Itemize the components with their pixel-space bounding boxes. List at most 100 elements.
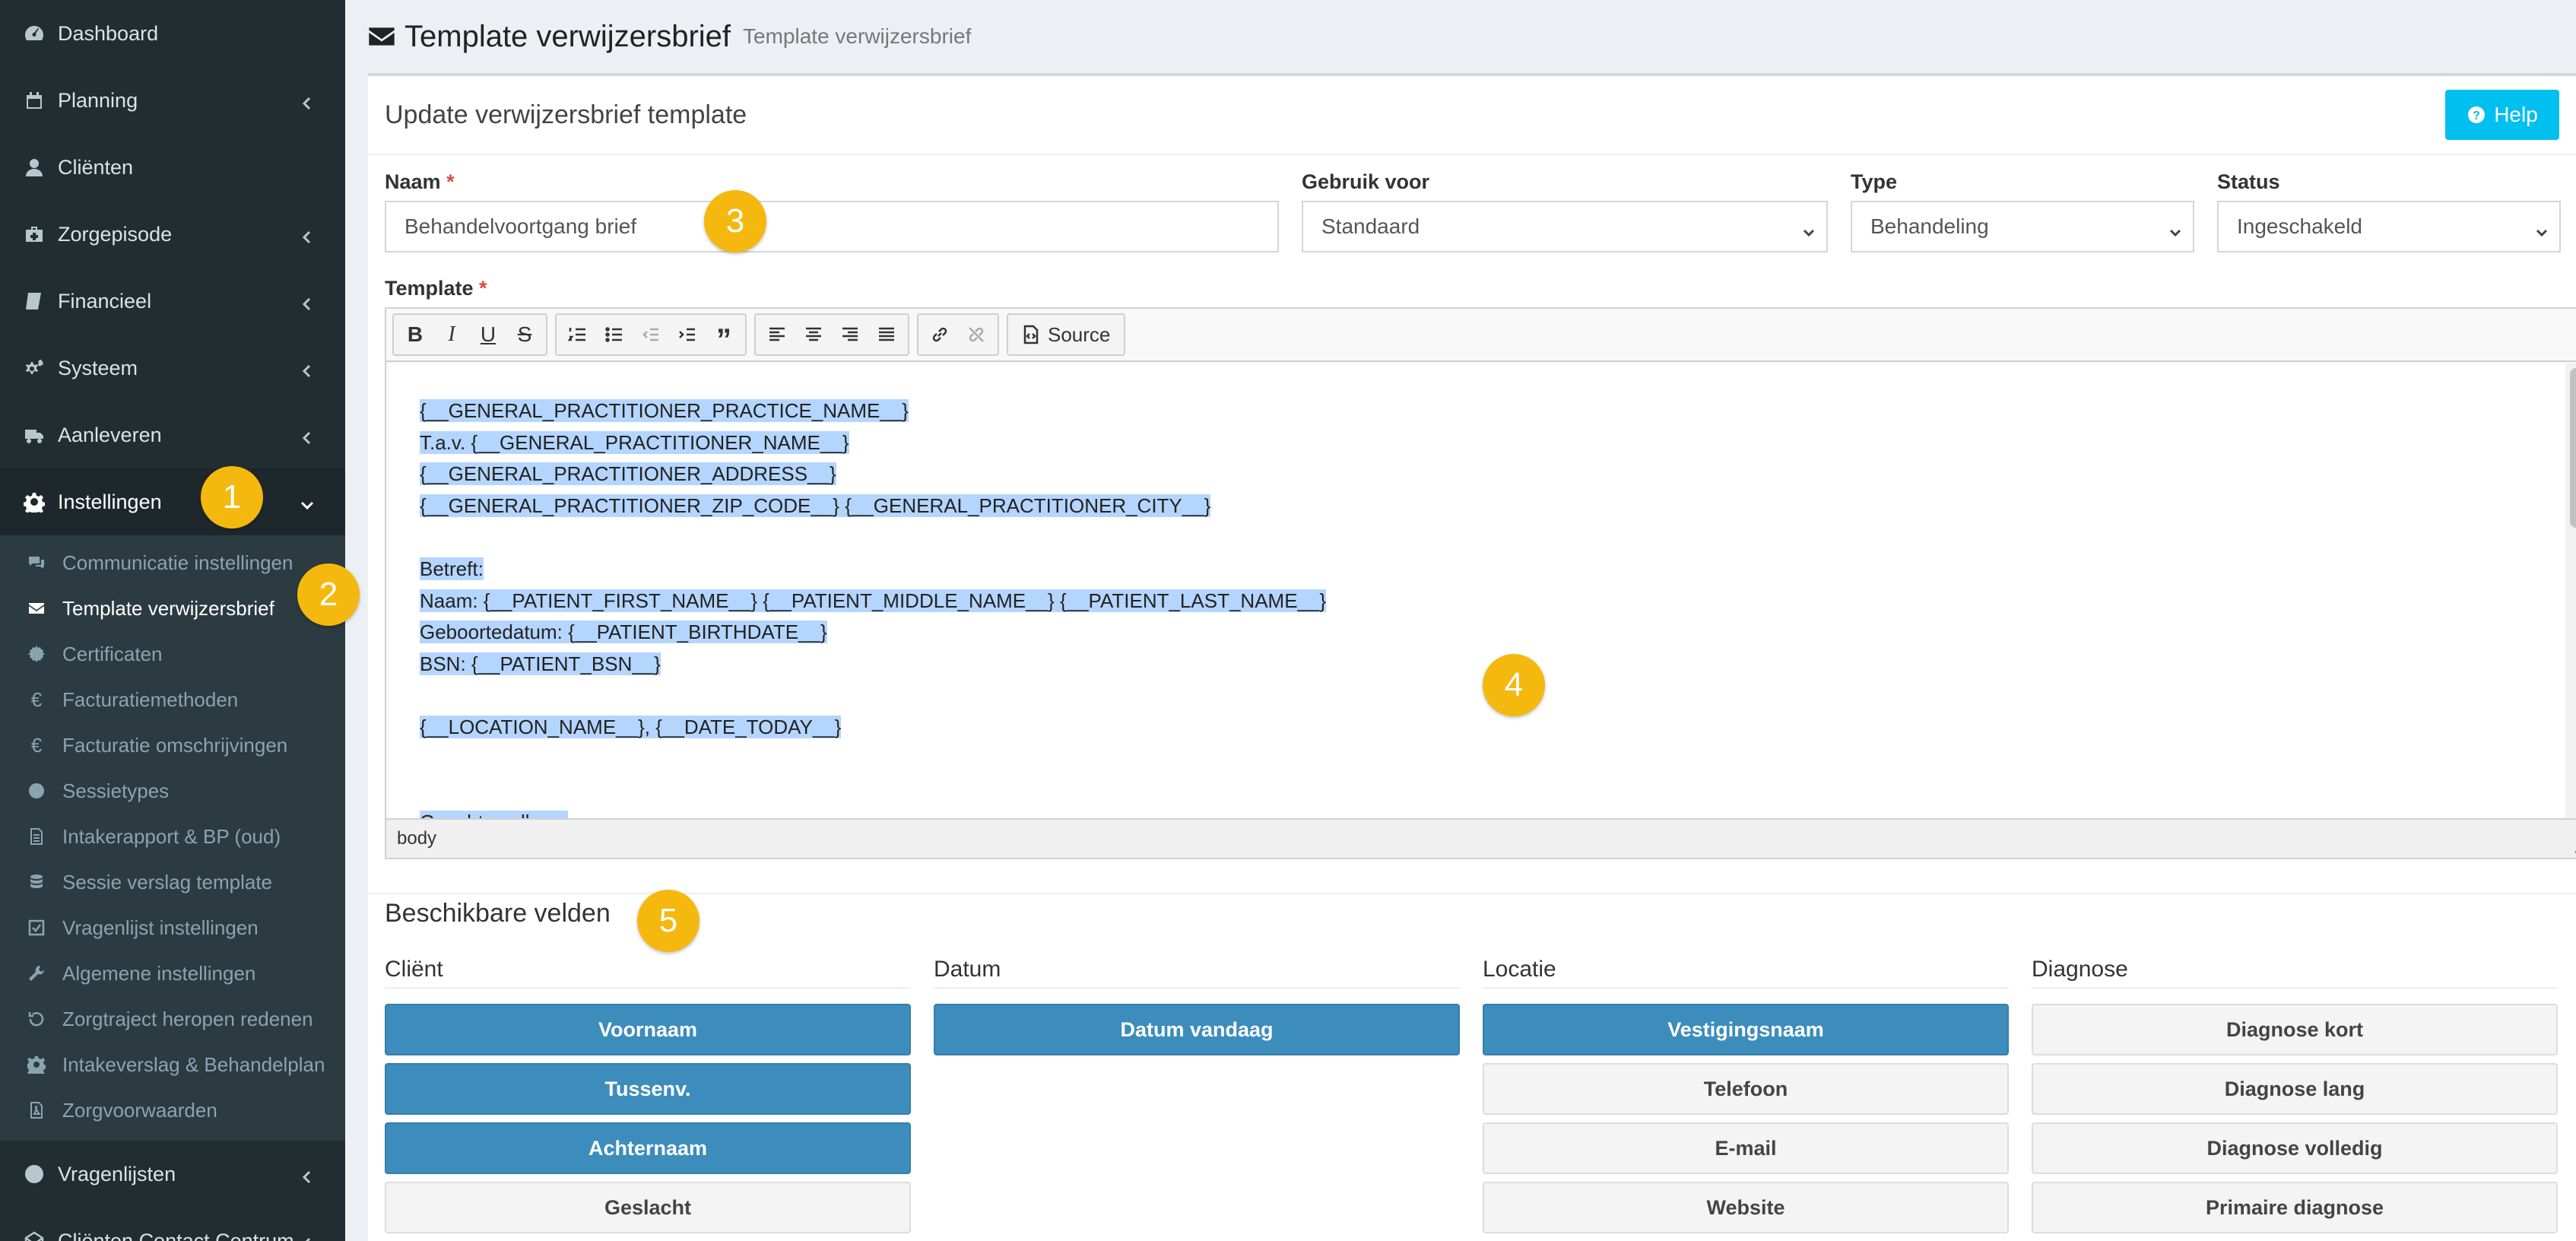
sidebar-item-dashboard[interactable]: Dashboard xyxy=(0,0,345,67)
submenu-item-template-verwijzersbrief[interactable]: Template verwijzersbrief xyxy=(0,586,345,631)
blockquote-button[interactable]: ” xyxy=(707,318,741,357)
field-insert-button[interactable]: Website xyxy=(1483,1182,2009,1233)
help-button[interactable]: ? Help xyxy=(2445,90,2559,140)
submenu-item-vragenlijst-instellingen[interactable]: Vragenlijst instellingen xyxy=(0,905,345,951)
submenu-item-communicatie[interactable]: Communicatie instellingen xyxy=(0,540,345,586)
sidebar-item-financieel[interactable]: Financieel xyxy=(0,268,345,335)
check-square-icon xyxy=(26,917,47,938)
editor-content-area[interactable]: {__GENERAL_PRACTITIONER_PRACTICE_NAME__}… xyxy=(389,363,2567,820)
globe-icon xyxy=(23,1163,46,1185)
sidebar-item-aanleveren[interactable]: Aanleveren xyxy=(0,402,345,468)
step-badge-3: 3 xyxy=(704,190,766,252)
underline-button[interactable]: U xyxy=(471,318,505,351)
field-insert-button[interactable]: Datum vandaag xyxy=(934,1004,1460,1055)
field-insert-button[interactable]: Telefoon xyxy=(1483,1063,2009,1115)
submenu-item-facturatiemethoden[interactable]: € Facturatiemethoden xyxy=(0,677,345,722)
strikethrough-button[interactable]: S xyxy=(508,318,541,351)
italic-button[interactable]: I xyxy=(435,318,468,351)
sidebar-item-vragenlijsten[interactable]: Vragenlijsten xyxy=(0,1141,345,1208)
align-right-icon xyxy=(842,327,858,341)
type-value: Behandeling xyxy=(1870,214,1989,238)
submenu-item-zorgvoorwaarden[interactable]: Zorgvoorwaarden xyxy=(0,1087,345,1133)
file-text-icon xyxy=(26,826,47,847)
align-justify-button[interactable] xyxy=(870,318,903,351)
editor-scrollbar[interactable] xyxy=(2565,363,2576,820)
link-button[interactable] xyxy=(923,318,956,351)
field-insert-button[interactable]: Geslacht xyxy=(385,1182,911,1233)
toolbar-group-source: Source xyxy=(1007,313,1126,356)
sidebar-item-zorgepisode[interactable]: Zorgepisode xyxy=(0,201,345,268)
bold-button[interactable]: B xyxy=(398,318,432,351)
page-title: Template verwijzersbrief xyxy=(404,19,731,53)
field-insert-button[interactable]: Tussenv. xyxy=(385,1063,911,1115)
source-button[interactable]: Source xyxy=(1013,323,1119,347)
submenu-item-label: Sessie verslag template xyxy=(62,870,273,893)
outdent-button[interactable] xyxy=(634,318,668,351)
type-select[interactable]: Behandeling xyxy=(1851,201,2194,252)
editor-line: Betreft: xyxy=(420,557,484,580)
numbered-list-button[interactable] xyxy=(561,318,595,351)
element-path-label[interactable]: body xyxy=(397,828,436,849)
field-insert-button[interactable]: Diagnose kort xyxy=(2032,1004,2558,1055)
chevron-down-icon xyxy=(300,494,315,510)
submenu-item-intakerapport[interactable]: Intakerapport & BP (oud) xyxy=(0,814,345,859)
status-label: Status xyxy=(2217,170,2280,193)
chevron-left-icon xyxy=(300,360,315,378)
field-column-title: Datum xyxy=(934,957,1460,989)
submenu-item-algemene-instellingen[interactable]: Algemene instellingen xyxy=(0,951,345,996)
numbered-list-icon xyxy=(568,328,585,341)
unlink-button[interactable] xyxy=(960,318,993,351)
field-insert-button[interactable]: Diagnose lang xyxy=(2032,1063,2558,1115)
field-insert-button[interactable]: Voornaam xyxy=(385,1004,911,1055)
calendar-icon xyxy=(23,89,46,112)
editor-scroll-thumb[interactable] xyxy=(2570,368,2576,528)
field-insert-button[interactable]: E-mail xyxy=(1483,1122,2009,1174)
naam-input[interactable]: Behandelvoortgang brief xyxy=(385,201,1279,252)
step-badge-4: 4 xyxy=(1483,654,1545,716)
chevron-down-icon xyxy=(2535,221,2549,237)
submenu-item-facturatie-omschrijvingen[interactable]: € Facturatie omschrijvingen xyxy=(0,722,345,768)
chevron-left-icon xyxy=(300,93,315,110)
type-label: Type xyxy=(1851,170,1898,193)
align-center-button[interactable] xyxy=(797,318,830,351)
submenu-item-label: Template verwijzersbrief xyxy=(62,596,274,620)
envelope-icon xyxy=(26,598,47,619)
submenu-item-label: Sessietypes xyxy=(62,779,170,802)
submenu-item-certificaten[interactable]: Certificaten xyxy=(0,631,345,677)
toolbar-group-lists: ” xyxy=(555,313,747,357)
sidebar-item-systeem[interactable]: Systeem xyxy=(0,335,345,402)
bulleted-list-button[interactable] xyxy=(598,318,631,351)
field-insert-button[interactable]: Primaire diagnose xyxy=(2032,1182,2558,1233)
submenu-item-sessie-verslag-template[interactable]: Sessie verslag template xyxy=(0,859,345,905)
sidebar-item-clienten-contact-centrum[interactable]: Cliënten Contact Centrum xyxy=(0,1208,345,1241)
submenu-item-label: Vragenlijst instellingen xyxy=(62,916,259,939)
book-icon xyxy=(23,290,46,313)
submenu-item-zorgtraject-heropen[interactable]: Zorgtraject heropen redenen xyxy=(0,996,345,1042)
sidebar-item-instellingen[interactable]: Instellingen xyxy=(0,468,345,535)
status-select[interactable]: Ingeschakeld xyxy=(2217,201,2561,252)
sidebar-item-label: Vragenlijsten xyxy=(58,1162,176,1185)
unlink-icon xyxy=(969,327,984,342)
align-right-button[interactable] xyxy=(833,318,867,351)
link-icon xyxy=(932,327,947,342)
field-insert-button[interactable]: Vestigingsnaam xyxy=(1483,1004,2009,1055)
euro-icon: € xyxy=(30,733,43,757)
field-insert-button[interactable]: Diagnose volledig xyxy=(2032,1122,2558,1174)
submenu-item-intakeverslag-behandelplan[interactable]: Intakeverslag & Behandelplan xyxy=(0,1042,345,1087)
chevron-left-icon xyxy=(300,1233,315,1241)
wrench-icon xyxy=(26,963,47,984)
gebruik-voor-select[interactable]: Standaard xyxy=(1302,201,1828,252)
resize-handle-icon[interactable] xyxy=(2571,841,2576,853)
editor-line: Naam: {__PATIENT_FIRST_NAME__} {__PATIEN… xyxy=(420,589,1327,612)
sidebar-item-label: Cliënten Contact Centrum xyxy=(58,1229,294,1241)
indent-button[interactable] xyxy=(671,318,704,351)
submenu-item-sessietypes[interactable]: Sessietypes xyxy=(0,768,345,814)
globe-icon xyxy=(26,780,47,801)
sidebar-item-planning[interactable]: Planning xyxy=(0,67,345,134)
align-left-button[interactable] xyxy=(760,318,794,351)
sidebar-item-clienten[interactable]: Cliënten xyxy=(0,134,345,201)
cogs-icon xyxy=(23,357,46,379)
field-column-title: Locatie xyxy=(1483,957,2009,989)
field-insert-button[interactable]: Achternaam xyxy=(385,1122,911,1174)
